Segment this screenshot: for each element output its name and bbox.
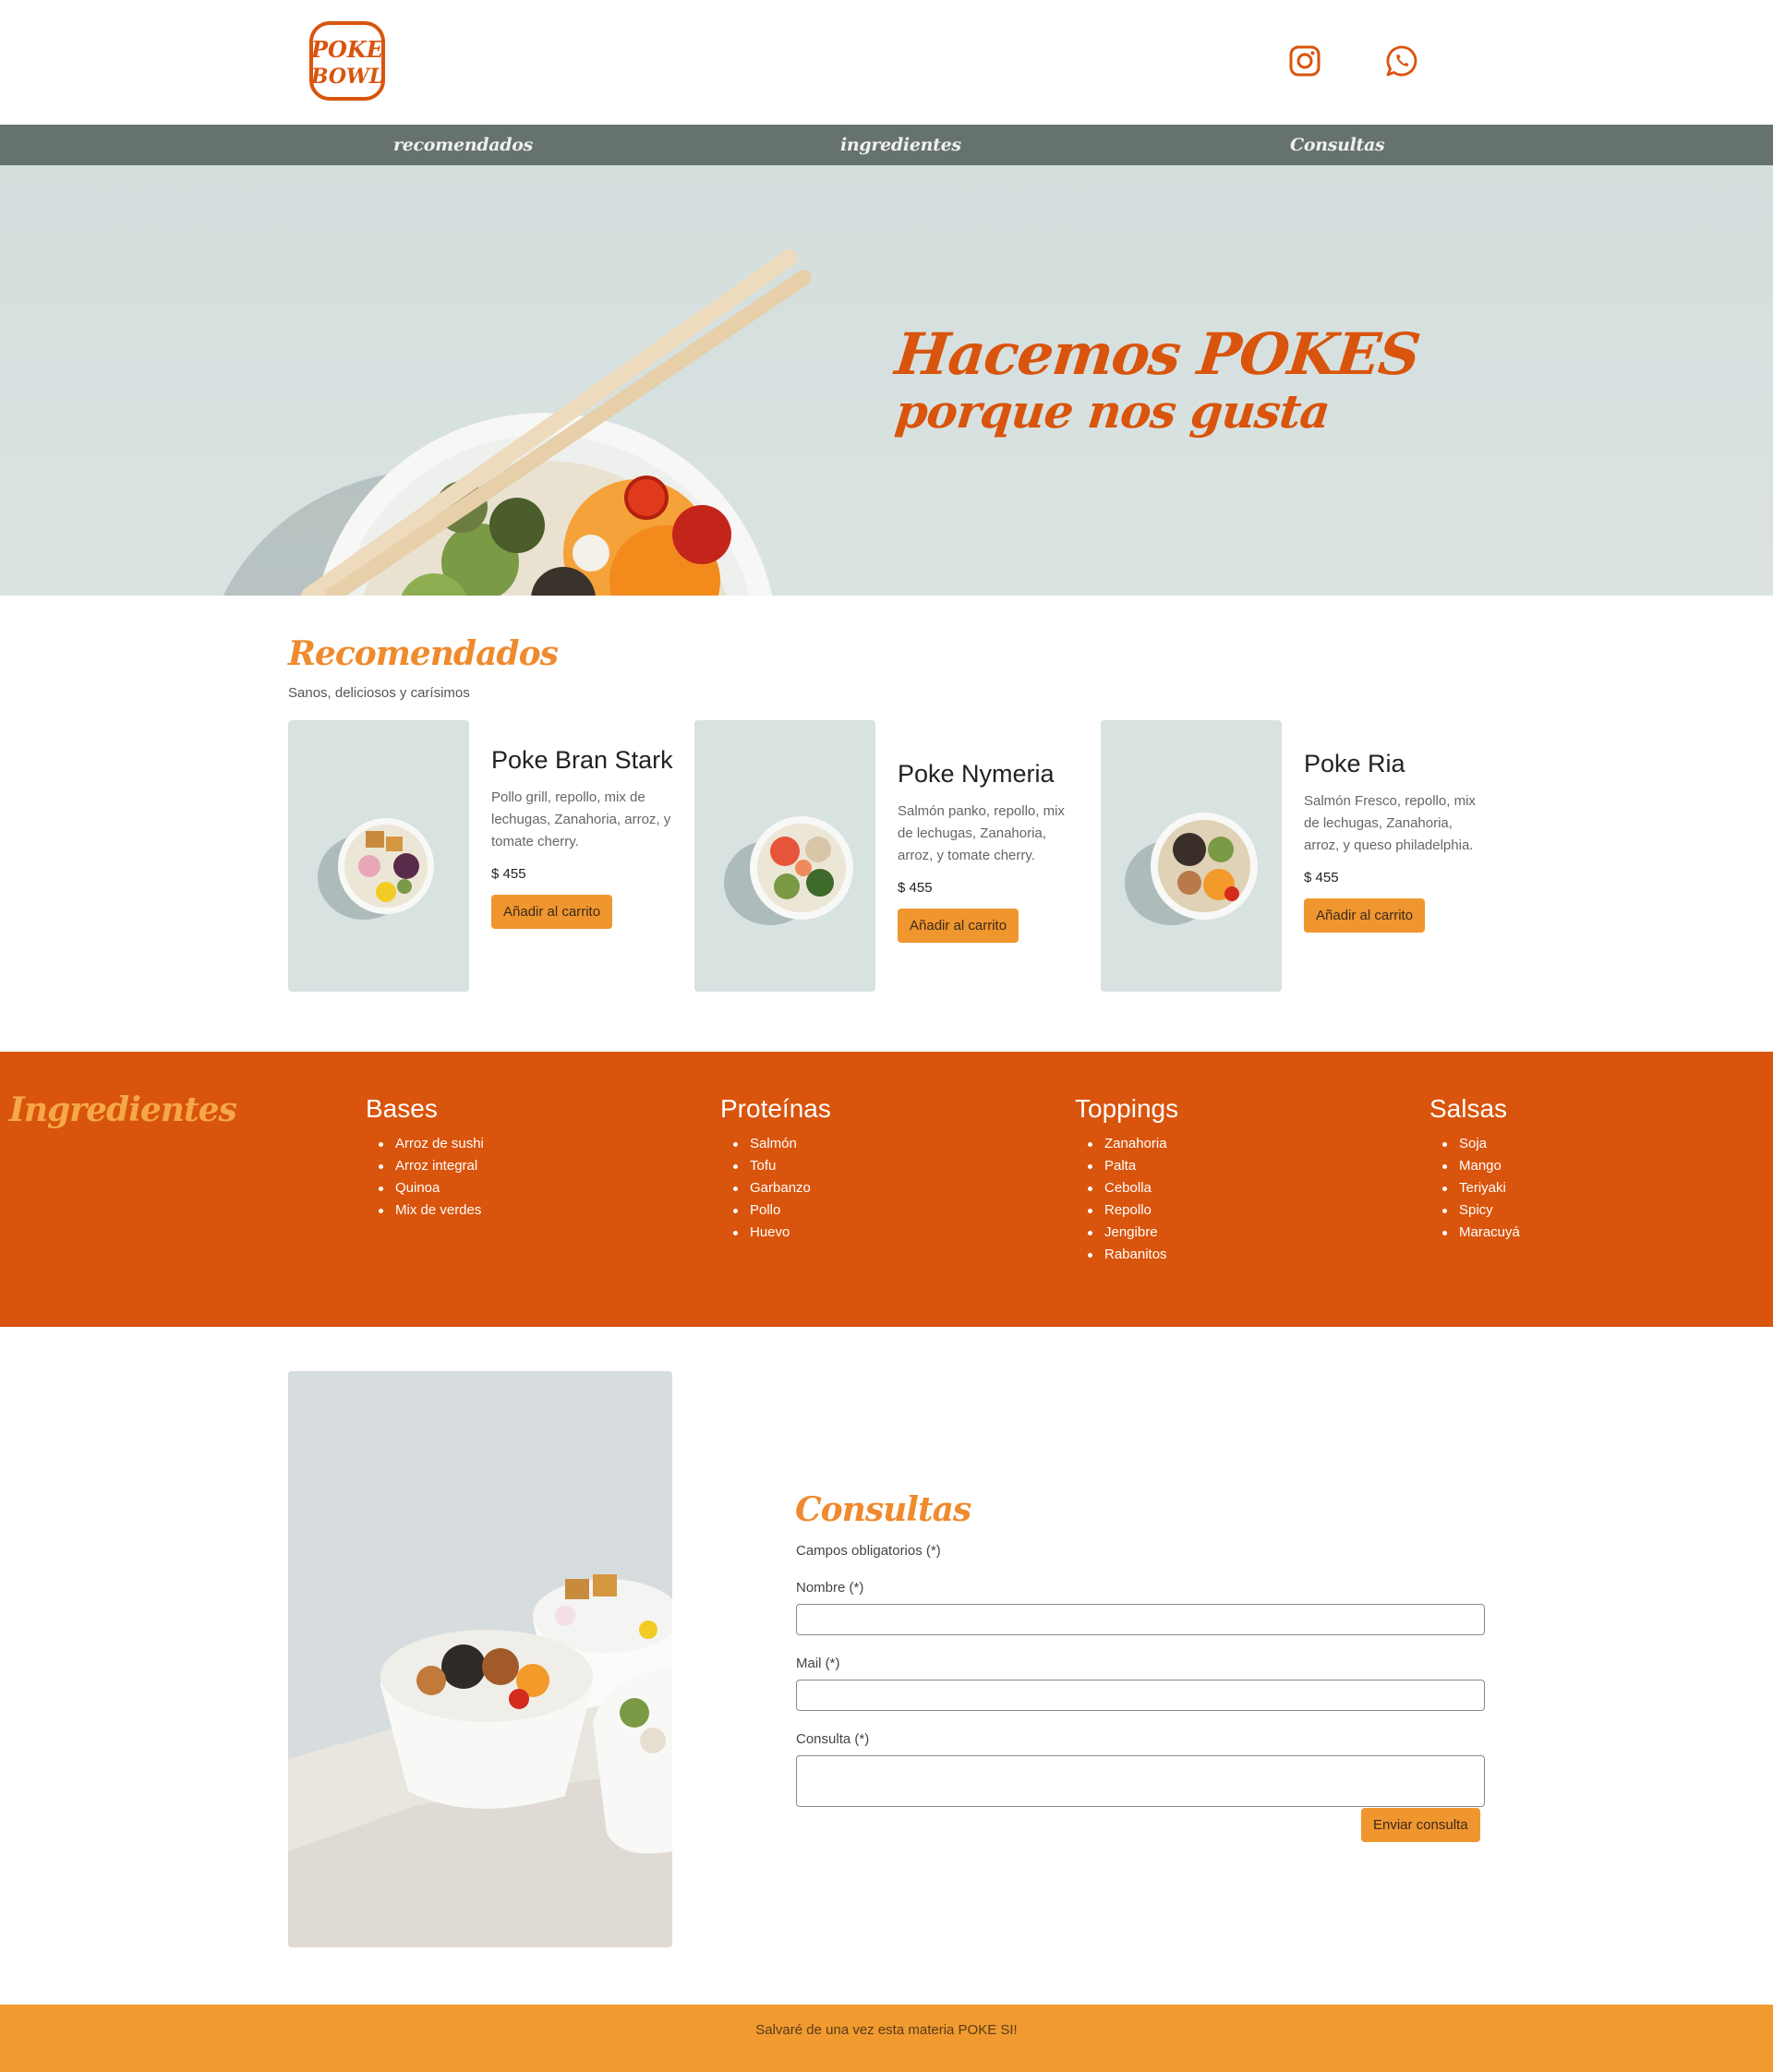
ingredientes-title: Ingredientes [9,1090,237,1129]
list-item: Mango [1429,1155,1520,1177]
product-image [288,720,469,992]
instagram-icon [1289,45,1321,77]
list-item: Huevo [720,1222,831,1244]
consultas-section: Consultas Campos obligatorios (*) Nombre… [0,1327,1773,2005]
add-to-cart-button[interactable]: Añadir al carrito [1304,898,1426,933]
list-item: Garbanzo [720,1177,831,1199]
list-item: Salmón [720,1133,831,1155]
hero-title-line2: porque nos gusta [892,384,1333,439]
ingredient-heading: Toppings [1075,1094,1179,1123]
product-card: Poke Bran Stark Pollo grill, repollo, mi… [288,720,676,992]
list-item: Maracuyá [1429,1222,1520,1244]
product-name: Poke Bran Stark [491,746,673,774]
mail-label: Mail (*) [796,1656,840,1671]
product-description: Salmón Fresco, repollo, mix de lechugas,… [1304,793,1476,853]
list-item: Rabanitos [1075,1244,1178,1266]
product-name: Poke Ria [1304,750,1405,777]
ingredient-list: Arroz de sushi Arroz integral Quinoa Mix… [366,1133,484,1222]
site-header: POKE BOWL [0,0,1773,125]
list-item: Spicy [1429,1199,1520,1222]
site-footer: Salvaré de una vez esta materia POKE SI! [0,2005,1773,2072]
ingredient-heading: Proteínas [720,1094,831,1123]
hero-title-line1: Hacemos POKES [892,320,1423,388]
product-card: Poke Nymeria Salmón panko, repollo, mix … [694,720,1082,992]
ingredient-list: Salmón Tofu Garbanzo Pollo Huevo [720,1133,831,1244]
list-item: Zanahoria [1075,1133,1178,1155]
ingredient-list: Soja Mango Teriyaki Spicy Maracuyá [1429,1133,1520,1244]
mail-input[interactable] [796,1680,1485,1711]
nav-item-consultas[interactable]: Consultas [1290,125,1385,165]
poke-bowl-logo: POKE BOWL [309,21,385,101]
product-name: Poke Nymeria [898,760,1055,788]
recomendados-subtitle: Sanos, deliciosos y carísimos [288,685,470,701]
product-price: $ 455 [898,880,933,896]
hero-title: Hacemos POKES porque nos gusta [892,320,1422,439]
add-to-cart-button[interactable]: Añadir al carrito [491,895,613,929]
whatsapp-link[interactable] [1385,44,1418,78]
list-item: Cebolla [1075,1177,1178,1199]
logo-line2: BOWL [310,65,383,89]
product-image [694,720,875,992]
list-item: Mix de verdes [366,1199,484,1222]
product-image [1101,720,1282,992]
nav-item-recomendados[interactable]: recomendados [393,125,533,165]
ingredient-column-bases: Bases Arroz de sushi Arroz integral Quin… [366,1094,484,1222]
list-item: Tofu [720,1155,831,1177]
ingredient-column-proteinas: Proteínas Salmón Tofu Garbanzo Pollo Hue… [720,1094,831,1244]
hero-banner: Hacemos POKES porque nos gusta [0,165,1773,596]
list-item: Soja [1429,1133,1520,1155]
nav-item-ingredientes[interactable]: ingredientes [840,125,961,165]
product-info: Poke Nymeria Salmón panko, repollo, mix … [898,759,1082,943]
list-item: Palta [1075,1155,1178,1177]
enviar-consulta-button[interactable]: Enviar consulta [1361,1808,1480,1842]
ingredient-column-salsas: Salsas Soja Mango Teriyaki Spicy Maracuy… [1429,1094,1520,1244]
recomendados-title: Recomendados [288,634,559,673]
ingredient-list: Zanahoria Palta Cebolla Repollo Jengibre… [1075,1133,1178,1266]
instagram-link[interactable] [1288,44,1321,78]
list-item: Pollo [720,1199,831,1222]
consulta-textarea[interactable] [796,1755,1485,1807]
list-item: Teriyaki [1429,1177,1520,1199]
recomendados-section: Recomendados Sanos, deliciosos y carísim… [0,596,1773,1052]
list-item: Arroz de sushi [366,1133,484,1155]
list-item: Arroz integral [366,1155,484,1177]
nombre-input[interactable] [796,1604,1485,1635]
product-info: Poke Bran Stark Pollo grill, repollo, mi… [491,745,676,929]
whatsapp-icon [1386,45,1417,77]
ingredient-heading: Bases [366,1094,438,1123]
consultas-title: Consultas [795,1490,971,1529]
footer-text: Salvaré de una vez esta materia POKE SI! [755,2022,1018,2038]
hero-bowl-image [223,249,812,596]
consulta-label: Consulta (*) [796,1731,870,1747]
product-info: Poke Ria Salmón Fresco, repollo, mix de … [1304,749,1489,933]
ingredientes-section: Ingredientes Bases Arroz de sushi Arroz … [0,1052,1773,1327]
list-item: Repollo [1075,1199,1178,1222]
add-to-cart-button[interactable]: Añadir al carrito [898,909,1019,943]
list-item: Jengibre [1075,1222,1178,1244]
ingredient-column-toppings: Toppings Zanahoria Palta Cebolla Repollo… [1075,1094,1178,1266]
product-price: $ 455 [1304,870,1339,885]
required-fields-note: Campos obligatorios (*) [796,1543,941,1559]
logo-line1: POKE [310,36,384,63]
product-description: Salmón panko, repollo, mix de lechugas, … [898,803,1065,863]
product-card: Poke Ria Salmón Fresco, repollo, mix de … [1101,720,1489,992]
consultas-bowls-image [288,1371,672,1947]
nombre-label: Nombre (*) [796,1580,864,1596]
ingredient-heading: Salsas [1429,1094,1508,1123]
main-nav: recomendados ingredientes Consultas [0,125,1773,165]
product-description: Pollo grill, repollo, mix de lechugas, Z… [491,789,671,849]
list-item: Quinoa [366,1177,484,1199]
product-price: $ 455 [491,866,526,882]
